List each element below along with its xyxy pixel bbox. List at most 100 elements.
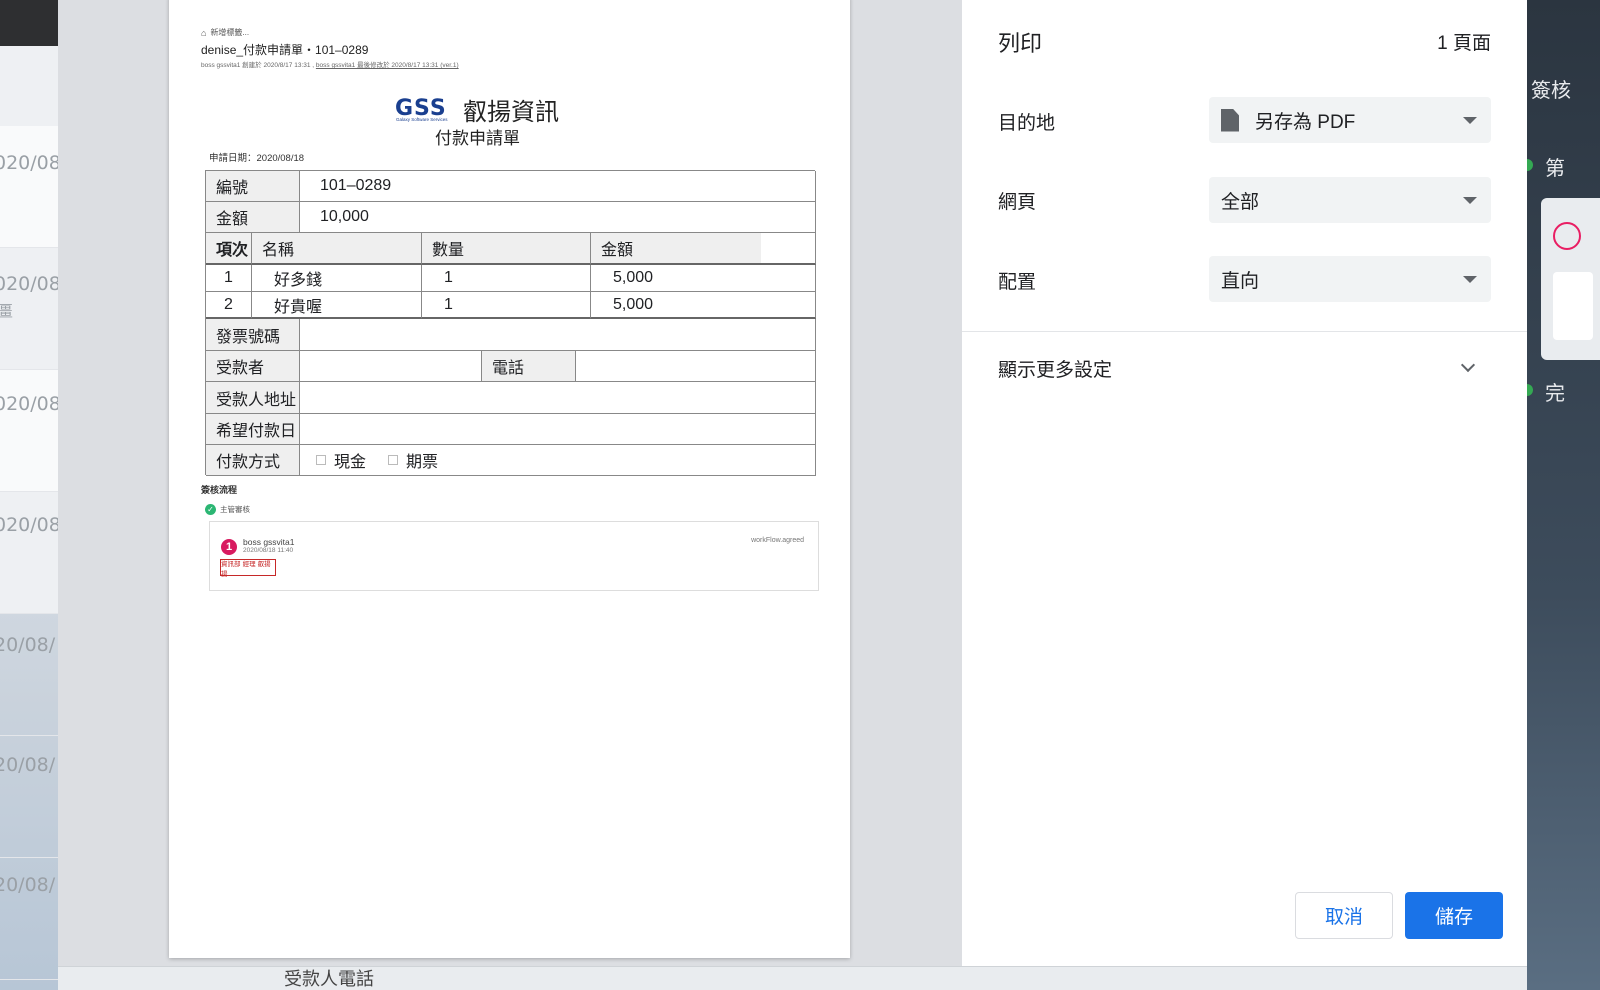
pages-select[interactable]: 全部 [1209,177,1491,223]
preview-page: ⌂ 新增標籤... denise_付款申請單・101–0289 boss gss… [169,0,850,958]
approve-status: workFlow.agreed [751,537,804,544]
flow-step-label: 主管審核 [220,505,250,514]
meta-modified: boss gssvita1 最後修改於 2020/8/17 13:31 (ver… [315,62,459,69]
layout-label: 配置 [998,272,1037,293]
gss-logo-icon: GSS Galaxy Software Services [395,96,459,122]
destination-select[interactable]: 另存為 PDF [1209,97,1491,143]
field-label: 編號 [206,171,300,202]
pages-value: 全部 [1221,191,1260,213]
field-label: 受款人地址 [206,382,300,414]
save-button[interactable]: 儲存 [1405,892,1503,939]
approver-name: boss gssvita1 [243,537,295,547]
layout-value: 直向 [1221,270,1260,292]
document-title: denise_付款申請單・101–0289 [201,43,369,57]
table-cell: 好多錢 [252,265,422,292]
step-dot [1527,159,1533,171]
checkbox-cash [316,455,326,465]
list-item: 020/08 [0,492,58,614]
list-item-date: 20/08/ [0,634,56,656]
items-header: 數量 [422,233,591,265]
background-bottom-row: 受款人電話 [58,966,1527,990]
background-bottom-text: 受款人電話 [284,969,374,989]
dialog-title: 列印 [998,31,1043,56]
approval-card: 1 boss gssvita1 2020/08/18 11:40 workFlo… [209,521,819,591]
tag-label: 新增標籤... [210,28,250,37]
field-value [300,382,816,414]
background-list: 020/08/ 020/08/ 畺 020/08 020/08 20/08/ 2… [0,46,58,990]
pages-label: 網頁 [998,192,1037,213]
list-item-date: 020/08 [0,514,58,536]
form-table: 編號 101–0289 金額 10,000 項次 名稱 數量 金額 1 好多錢 … [205,170,816,476]
list-item: 020/08 [0,370,58,492]
field-label: 希望付款日 [206,414,300,445]
field-value: 101–0289 [300,171,816,202]
dropdown-arrow-icon [1463,117,1477,124]
table-cell: 好貴喔 [252,292,422,319]
field-value [576,351,816,382]
table-cell: 1 [422,265,591,292]
tag-icon: ⌂ [201,27,207,38]
list-item-date: 020/08 [0,393,58,415]
file-icon [1221,108,1239,132]
option-label: 期票 [406,454,439,471]
chevron-down-icon[interactable] [1460,357,1476,373]
sidepanel-card [1541,198,1600,360]
items-header: 名稱 [252,233,422,265]
table-cell: 1 [206,265,252,292]
field-label: 受款者 [206,351,300,382]
document-meta: boss gssvita1 創建於 2020/8/17 13:31 , boss… [201,59,459,69]
list-item-date: 20/08/ [0,874,56,896]
print-settings-panel: 列印 1 頁面 目的地 另存為 PDF 網頁 全部 配置 直向 顯示更多設定 取… [962,0,1527,966]
field-value [300,414,816,445]
list-item: 20/08/ [0,858,58,980]
field-label: 電話 [482,351,576,382]
approve-time: 2020/08/18 11:40 [243,547,294,554]
check-icon: ✓ [205,504,216,515]
destination-value: 另存為 PDF [1255,111,1356,133]
field-label: 發票號碼 [206,319,300,351]
avatar [1553,222,1581,250]
destination-label: 目的地 [998,113,1056,134]
layout-select[interactable]: 直向 [1209,256,1491,302]
field-label: 金額 [206,202,300,233]
dropdown-arrow-icon [1463,197,1477,204]
step-number-badge: 1 [221,539,237,555]
list-item: 20/08/ [0,614,58,736]
approval-stamp: 資訊部 經理 叡揚揚 [220,559,276,578]
checkbox-note [388,455,399,465]
list-item: 20/08/ [0,736,58,858]
list-item: 020/08/ 畺 [0,248,58,370]
table-cell: 1 [422,292,591,319]
sidepanel-card-body [1553,272,1593,340]
list-item-date: 020/08/ [0,152,58,174]
dropdown-arrow-icon [1463,276,1477,283]
step-dot [1527,384,1533,396]
list-item-sub: 畺 [0,303,14,320]
company-name: 叡揚資訊 [463,99,559,126]
table-cell: 5,000 [591,292,816,319]
option-label: 現金 [334,454,367,471]
flow-title: 簽核流程 [201,485,238,495]
print-dialog: ⌂ 新增標籤... denise_付款申請單・101–0289 boss gss… [58,0,1527,966]
payment-method-options: 現金 期票 [300,445,816,476]
page-count: 1 頁面 [1437,33,1491,54]
print-preview[interactable]: ⌂ 新增標籤... denise_付款申請單・101–0289 boss gss… [58,0,962,966]
field-value: 10,000 [300,202,816,233]
background-sidepanel: 簽核 第 完 [1527,0,1600,990]
items-header: 金額 [591,233,761,265]
cancel-button[interactable]: 取消 [1295,892,1393,939]
field-value [300,351,482,382]
tag-row: ⌂ 新增標籤... [201,27,249,38]
field-value [300,319,816,351]
sidepanel-title: 簽核 [1531,80,1571,102]
divider [962,331,1527,332]
table-cell: 2 [206,292,252,319]
flow-step: ✓ 主管審核 [205,504,250,515]
more-settings-toggle[interactable]: 顯示更多設定 [998,355,1112,382]
list-item: 020/08/ [0,126,58,248]
apply-date: 申請日期：2020/08/18 [209,153,305,164]
sidepanel-step: 完 [1545,383,1565,405]
meta-created: boss gssvita1 創建於 2020/8/17 13:31 , [201,62,315,69]
sidepanel-step: 第 [1545,158,1565,180]
company-logo: GSS Galaxy Software Services 叡揚資訊 [395,92,559,127]
